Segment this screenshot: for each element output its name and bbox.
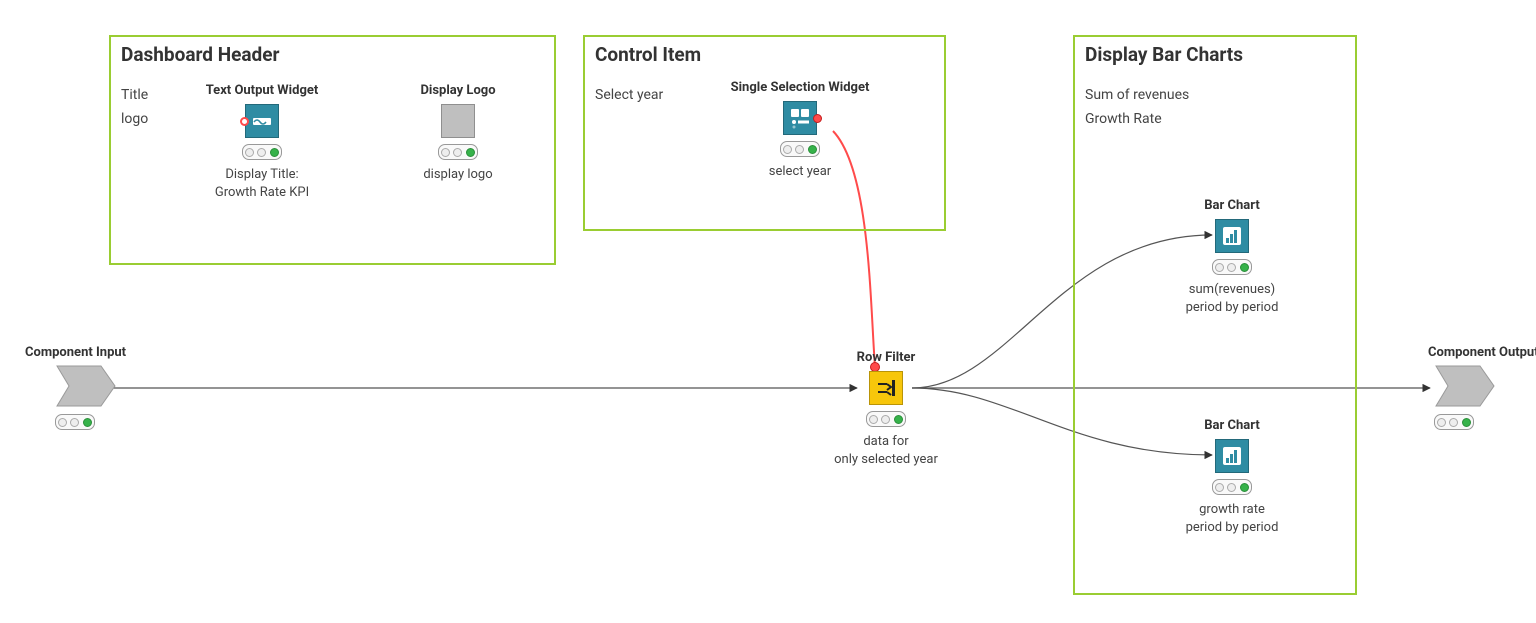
status-lights — [1212, 479, 1252, 495]
status-lights — [242, 144, 282, 160]
workflow-canvas[interactable]: Dashboard Header Title logo Control Item… — [0, 0, 1536, 623]
node-title: Single Selection Widget — [720, 80, 880, 95]
group-subtitle: Title — [121, 87, 148, 103]
node-caption: select year — [720, 163, 880, 181]
node-title: Row Filter — [806, 350, 966, 365]
status-lights — [866, 411, 906, 427]
display-logo-icon — [441, 104, 475, 138]
group-subtitle: Select year — [595, 87, 663, 103]
node-component-input[interactable]: Component Input — [55, 345, 175, 436]
bar-chart-icon — [1215, 439, 1249, 473]
node-row-filter[interactable]: Row Filter data for only selected year — [806, 350, 966, 468]
status-lights — [1212, 259, 1252, 275]
node-caption: data for only selected year — [806, 433, 966, 468]
selection-widget-icon — [783, 101, 817, 135]
node-title: Component Output — [1428, 345, 1536, 360]
status-lights — [1434, 414, 1474, 430]
node-caption: growth rate period by period — [1152, 501, 1312, 536]
group-subtitle: Growth Rate — [1085, 111, 1162, 127]
group-title: Display Bar Charts — [1085, 43, 1243, 66]
node-title: Component Input — [25, 345, 175, 360]
node-caption: Display Title: Growth Rate KPI — [182, 166, 342, 201]
group-subtitle: Sum of revenues — [1085, 87, 1189, 103]
group-title: Dashboard Header — [121, 43, 279, 66]
node-bar-chart-2[interactable]: Bar Chart growth rate period by period — [1152, 418, 1312, 536]
node-text-output-widget[interactable]: Text Output Widget Display Title: Growth… — [182, 83, 342, 201]
node-component-output[interactable]: Component Output — [1432, 345, 1536, 436]
row-filter-icon — [869, 371, 903, 405]
component-input-icon — [55, 364, 119, 408]
node-single-selection-widget[interactable]: Single Selection Widget select year — [720, 80, 880, 181]
group-title: Control Item — [595, 43, 701, 66]
group-subtitle: logo — [121, 111, 148, 127]
status-lights — [438, 144, 478, 160]
component-output-icon — [1434, 364, 1498, 408]
status-lights — [780, 141, 820, 157]
node-title: Text Output Widget — [182, 83, 342, 98]
node-title: Bar Chart — [1152, 418, 1312, 433]
node-display-logo[interactable]: Display Logo display logo — [378, 83, 538, 184]
node-caption: sum(revenues) period by period — [1152, 281, 1312, 316]
node-bar-chart-1[interactable]: Bar Chart sum(revenues) period by period — [1152, 198, 1312, 316]
node-caption: display logo — [378, 166, 538, 184]
node-title: Display Logo — [378, 83, 538, 98]
bar-chart-icon — [1215, 219, 1249, 253]
status-lights — [55, 414, 95, 430]
text-output-icon — [245, 104, 279, 138]
node-title: Bar Chart — [1152, 198, 1312, 213]
